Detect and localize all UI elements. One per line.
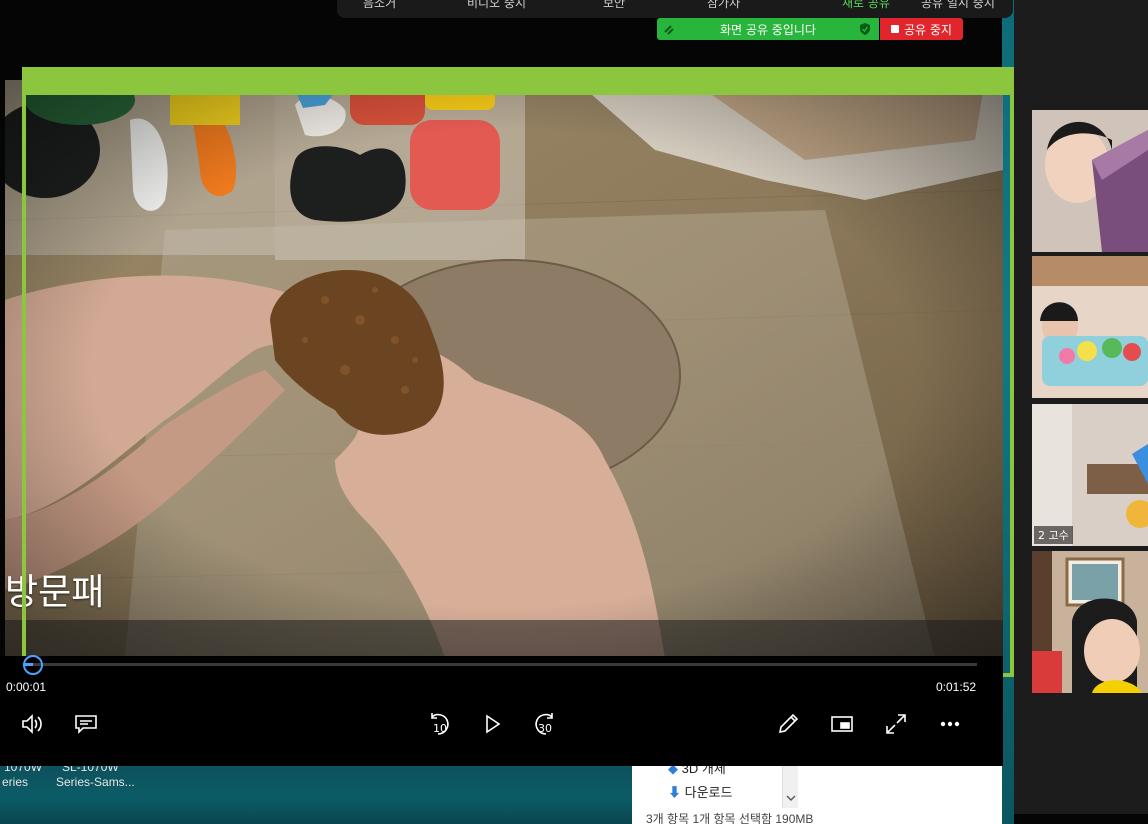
mute-button[interactable]: 음소거 — [363, 0, 396, 11]
skip-forward-label: 30 — [538, 722, 552, 735]
file-explorer-window: ◆ 3D 개체 ⬇ 다운로드 3개 항목 1개 항목 선택함 190MB — [632, 756, 1002, 824]
volume-button[interactable] — [18, 710, 46, 738]
participant-video — [1032, 110, 1148, 252]
download-arrow-icon: ⬇ — [668, 785, 682, 800]
seek-bar[interactable] — [22, 655, 977, 675]
participant-tile[interactable]: 2 고수 — [1032, 404, 1148, 546]
stop-video-button[interactable]: 비디오 중지 — [467, 0, 526, 11]
video-subtitle: 방문패 — [5, 572, 105, 613]
fullscreen-icon — [886, 714, 906, 734]
stop-share-label: 공유 중지 — [904, 22, 952, 37]
play-button[interactable] — [478, 710, 506, 738]
mini-view-icon — [831, 716, 853, 732]
zoom-meeting-toolbar: 음소거 비디오 중지 보안 참가자 새로 공유 공유 일시 중지 — [337, 0, 1013, 18]
media-player-controls: 0:00:01 0:01:52 10 30 — [0, 655, 1003, 766]
participant-video — [1032, 551, 1148, 693]
sharing-status-text: 화면 공유 중입니다 — [720, 22, 816, 37]
skip-forward-30-button[interactable]: 30 — [532, 710, 560, 738]
screen: 1070W eries SL-1070W Series-Sams... ◆ 3D… — [0, 0, 1148, 824]
participant-tile[interactable] — [1032, 551, 1148, 693]
security-button[interactable]: 보안 — [603, 0, 625, 11]
explorer-item-downloads[interactable]: ⬇ 다운로드 — [668, 782, 732, 801]
explorer-status-bar: 3개 항목 1개 항목 선택함 190MB — [646, 812, 814, 824]
participant-tile[interactable] — [1032, 110, 1148, 252]
current-time: 0:00:01 — [6, 680, 47, 694]
volume-icon — [22, 714, 42, 734]
pen-button[interactable] — [774, 710, 802, 738]
pen-icon — [778, 713, 799, 734]
participants-button[interactable]: 참가자 — [707, 0, 740, 11]
fullscreen-button[interactable] — [882, 710, 910, 738]
sharing-status-banner[interactable]: 화면 공유 중입니다 — [657, 18, 879, 40]
video-scene — [5, 80, 1003, 658]
captions-button[interactable] — [72, 710, 100, 738]
participant-video — [1032, 404, 1148, 546]
explorer-item-label: 다운로드 — [684, 785, 733, 800]
participant-panel: 2 고수 — [1014, 0, 1148, 814]
total-time: 0:01:52 — [936, 680, 977, 694]
play-icon — [486, 714, 501, 734]
skip-back-10-button[interactable]: 10 — [424, 710, 452, 738]
mini-view-button[interactable] — [828, 710, 856, 738]
desktop-wallpaper-strip — [1002, 0, 1014, 824]
captions-icon — [75, 715, 97, 734]
participant-video — [1032, 256, 1148, 398]
participant-name: 2 고수 — [1034, 526, 1073, 544]
new-share-button[interactable]: 새로 공유 — [842, 0, 890, 11]
pause-share-button[interactable]: 공유 일시 중지 — [921, 0, 995, 11]
more-icon — [940, 721, 960, 727]
chevron-down-icon — [786, 795, 796, 801]
more-button[interactable] — [936, 710, 964, 738]
drag-handle-icon — [664, 25, 674, 35]
desktop-icon-label[interactable]: eries — [2, 775, 28, 789]
video-frame[interactable] — [5, 80, 1003, 658]
desktop-icon-label[interactable]: Series-Sams... — [56, 775, 135, 789]
shield-check-icon — [860, 23, 870, 35]
participant-tile[interactable] — [1032, 256, 1148, 398]
skip-back-label: 10 — [433, 722, 447, 735]
stop-share-button[interactable]: 공유 중지 — [880, 18, 963, 40]
desktop-background: 1070W eries SL-1070W Series-Sams... — [0, 760, 640, 824]
seek-thumb[interactable] — [22, 655, 43, 675]
stop-square-icon — [891, 25, 899, 33]
